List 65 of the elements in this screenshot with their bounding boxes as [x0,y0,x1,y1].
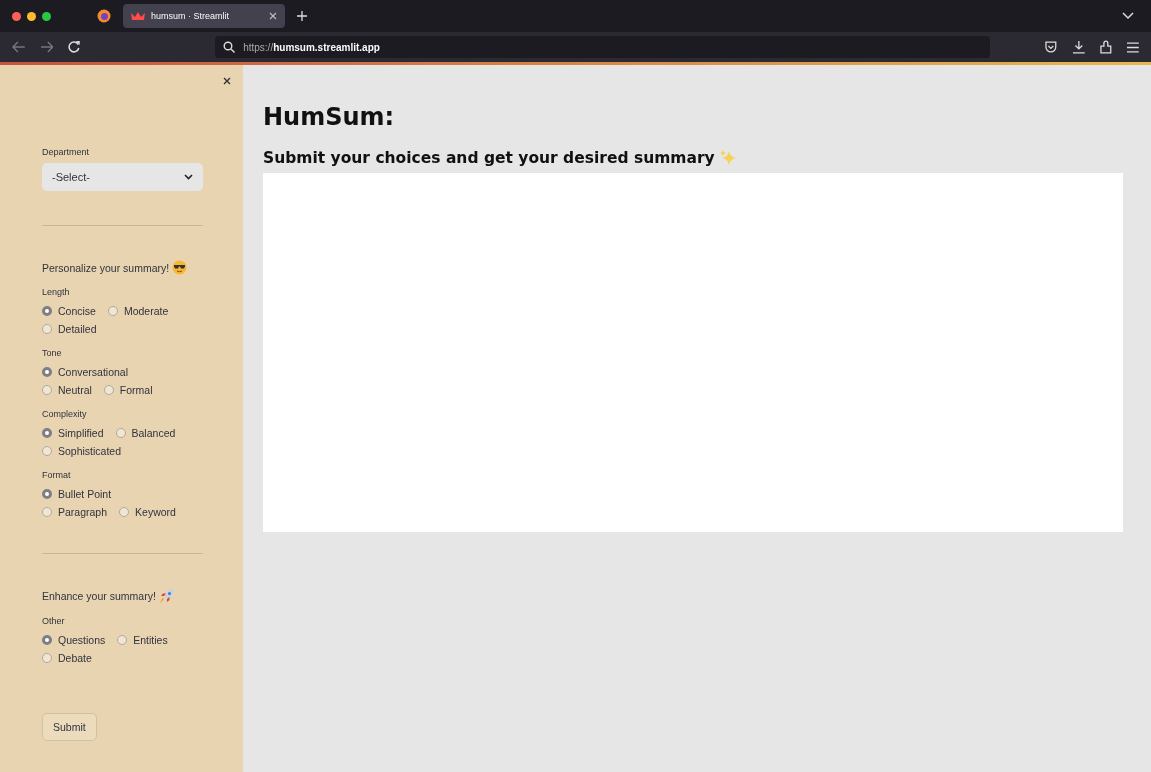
radio-label[interactable]: Paragraph [58,505,108,518]
radio-label[interactable]: Concise [58,304,96,317]
page-title: HumSum: [263,103,396,131]
radio-label[interactable]: Balanced [131,426,176,439]
address-bar[interactable]: https://humsum.streamlit.app [215,36,991,58]
radio-button[interactable] [119,506,130,517]
forward-icon[interactable] [39,41,54,53]
radio-button[interactable] [42,384,52,395]
crown-icon [131,12,145,20]
radio-button[interactable] [42,506,52,517]
radio-button[interactable] [103,384,114,395]
radio-label[interactable]: Keyword [135,505,176,518]
new-tab-icon[interactable] [297,11,307,21]
chevron-down-icon [184,174,193,180]
submit-button[interactable]: Submit [42,713,97,741]
pocket-icon[interactable] [1044,40,1058,54]
radio-label[interactable]: Bullet Point [58,487,112,500]
radio-label[interactable]: Conversational [58,365,129,378]
maximize-window-button[interactable] [42,11,51,21]
group-label: Format [42,470,72,480]
browser-logo-icon [97,9,111,23]
group-label: Complexity [42,409,88,419]
close-window-button[interactable] [12,11,21,21]
close-icon[interactable] [223,77,231,85]
group-label: Length [42,287,71,297]
radio-button[interactable] [42,427,52,438]
radio-button[interactable] [42,305,52,316]
radio-button[interactable] [107,305,118,316]
radio-label[interactable]: Questions [58,633,106,646]
browser-tab[interactable]: humsum · Streamlit [123,4,285,28]
search-icon [223,41,236,53]
minimize-window-button[interactable] [27,11,36,21]
radio-button[interactable] [117,634,128,645]
group-label: Other [42,616,66,626]
radio-label[interactable]: Formal [119,383,153,396]
reload-icon[interactable] [67,40,82,54]
radio-button[interactable] [42,634,52,645]
field-label: Department [42,147,91,157]
section-heading: Enhance your summary! [42,590,156,602]
radio-label[interactable]: Detailed [58,322,97,335]
group-label: Tone [42,348,63,358]
tab-list-icon[interactable] [1122,12,1134,20]
radio-label[interactable]: Entities [133,633,168,646]
radio-button[interactable] [42,323,52,334]
rocket-icon [158,588,175,604]
sunglasses-emoji-icon [172,260,188,275]
radio-button[interactable] [42,488,52,499]
back-icon[interactable] [12,41,26,53]
radio-button[interactable] [42,652,52,663]
radio-button[interactable] [42,366,52,377]
close-tab-icon[interactable] [269,12,277,20]
radio-label[interactable]: Moderate [123,304,169,317]
section-heading: Personalize your summary! [42,261,170,274]
url-text: https://humsum.streamlit.app [243,41,380,53]
page-subtitle: Submit your choices and get your desired summary [263,149,715,167]
radio-label[interactable]: Debate [58,651,92,664]
download-icon[interactable] [1071,40,1086,54]
menu-icon[interactable] [1127,41,1139,53]
radio-button[interactable] [42,445,52,456]
radio-label[interactable]: Neutral [58,383,92,396]
extensions-icon[interactable] [1099,40,1114,54]
department-dropdown[interactable]: -Select- [42,163,203,191]
radio-button[interactable] [115,427,126,438]
radio-label[interactable]: Sophisticated [58,444,122,457]
radio-label[interactable]: Simplified [58,426,104,439]
